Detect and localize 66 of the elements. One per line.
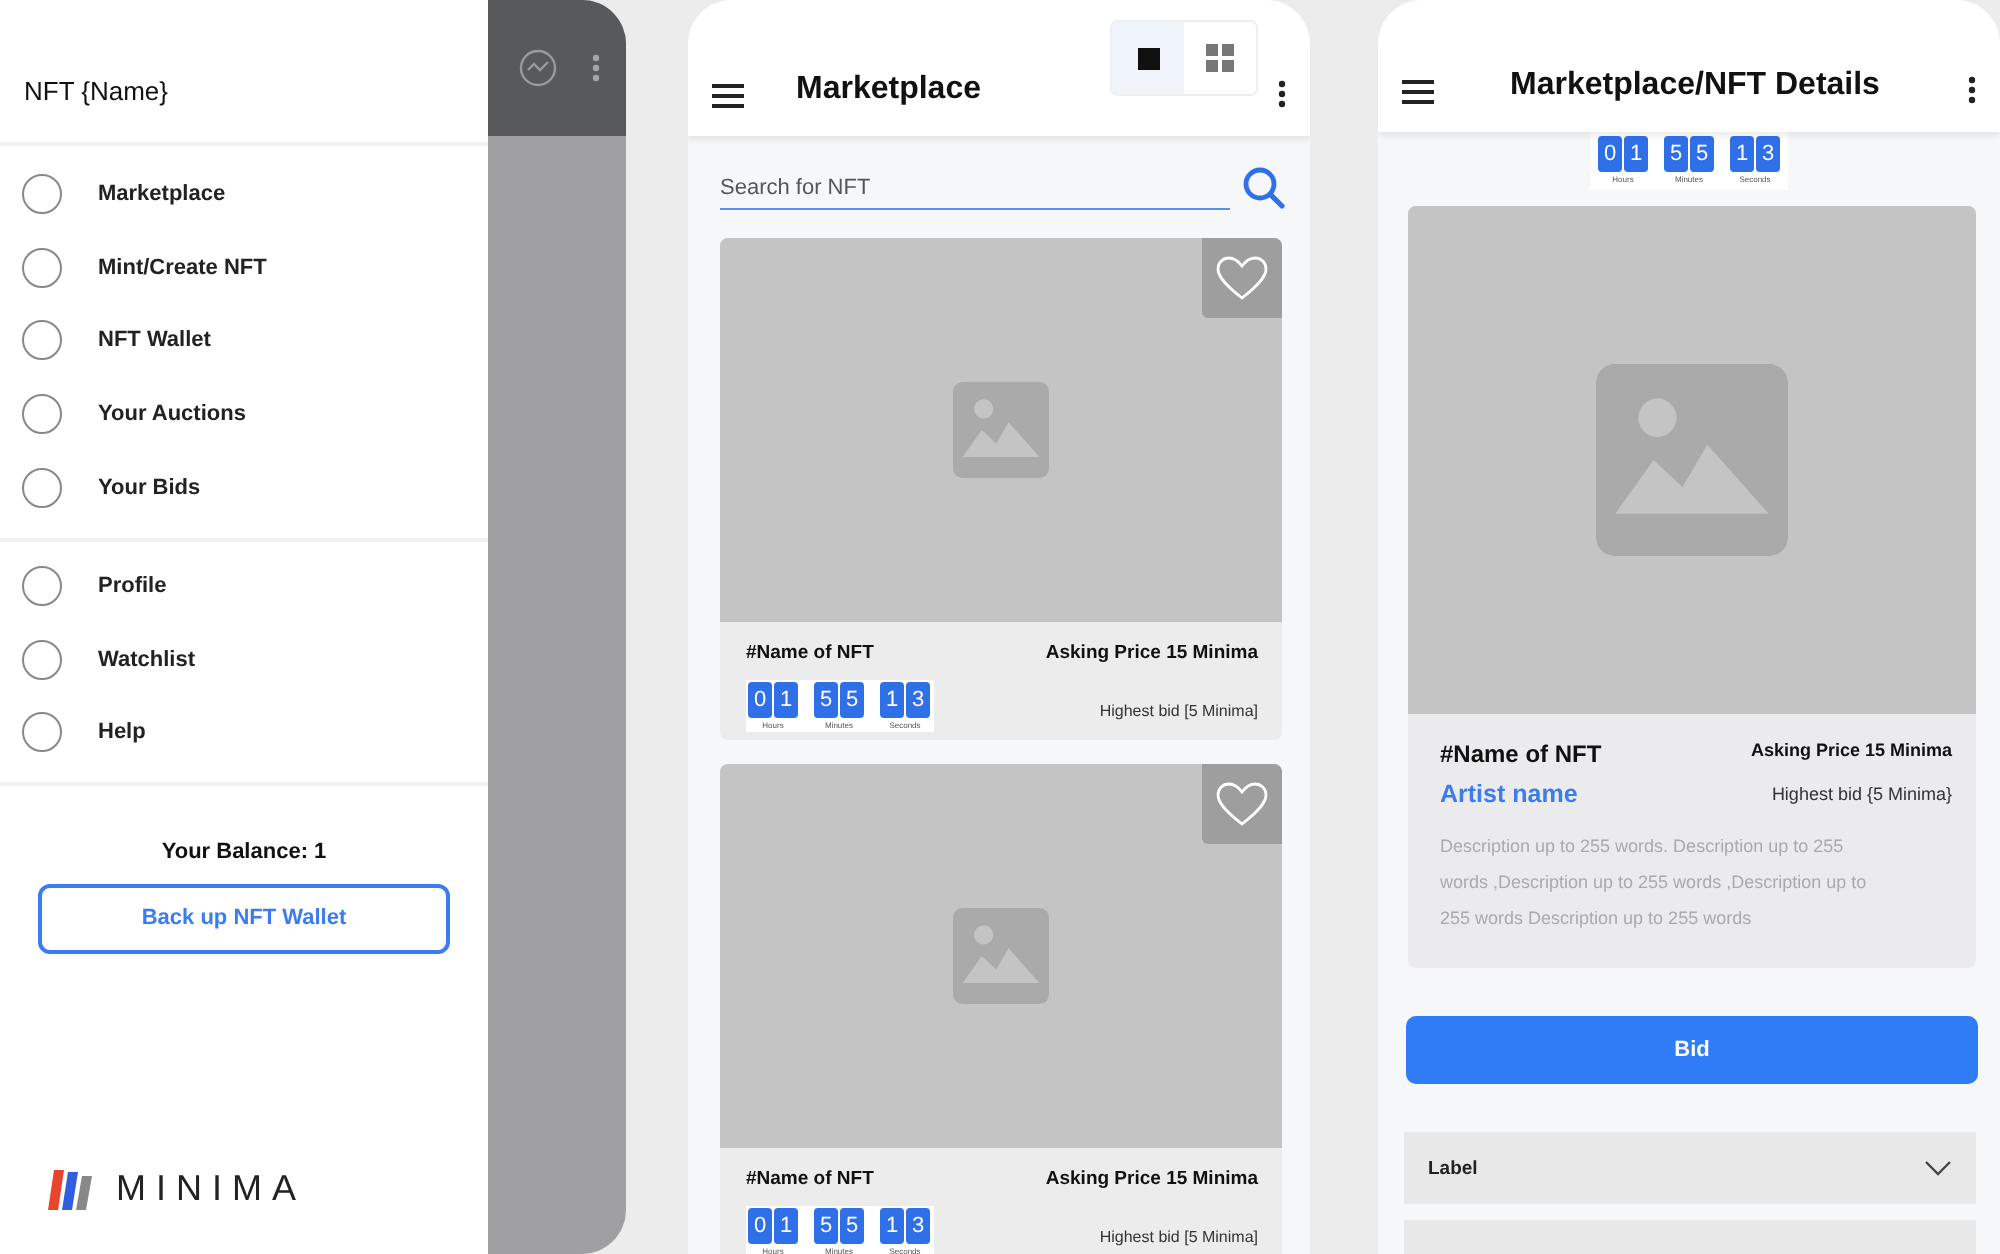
grid-view-icon	[1206, 44, 1234, 72]
menu-item-label[interactable]: Mint/Create NFT	[98, 255, 267, 280]
search-icon[interactable]	[1242, 166, 1286, 210]
radio-button[interactable]	[22, 712, 62, 753]
countdown-digit: 0	[748, 682, 772, 718]
screen-title: Marketplace	[796, 72, 983, 108]
backup-button[interactable]: Back up NFT Wallet	[38, 883, 450, 954]
balance-text: Your Balance: 1	[159, 839, 329, 864]
menu-icon[interactable]	[712, 84, 744, 108]
radio-button[interactable]	[22, 394, 62, 435]
countdown-digit: 1	[1730, 136, 1754, 172]
highest-bid: Highest bid {5 Minima}	[1769, 784, 1952, 804]
search-field[interactable]: Search for NFT	[720, 166, 1230, 210]
menu-item-label[interactable]: Watchlist	[98, 647, 195, 672]
activity-icon[interactable]	[517, 48, 558, 88]
highest-bid: Highest bid [5 Minima]	[1097, 701, 1258, 719]
countdown-digit: 5	[814, 1208, 838, 1244]
countdown-digit: 1	[774, 682, 798, 718]
countdown-digit: 1	[880, 1208, 904, 1244]
bid-button[interactable]: Bid	[1406, 1016, 1978, 1084]
nft-name: #Name of NFT	[746, 1168, 876, 1194]
description-text: Description up to 255 words. Description up to 255 words ,Description up to 255 words ,Description up to 255 words Description up to 255 words	[1440, 834, 1869, 932]
accordion-header[interactable]: Label	[1404, 1132, 1976, 1204]
menu-item-label[interactable]: Profile	[98, 574, 167, 599]
radio-button[interactable]	[22, 247, 62, 288]
menu-item-label[interactable]: Marketplace	[98, 182, 226, 207]
more-options-icon[interactable]	[1278, 80, 1286, 108]
countdown-digit: 1	[880, 682, 904, 718]
radio-button[interactable]	[22, 174, 62, 215]
countdown-digit: 3	[906, 682, 930, 718]
radio-button[interactable]	[22, 566, 62, 607]
asking-price: Asking Price 15 Minima	[1045, 642, 1258, 668]
drawer-title: NFT {Name}	[24, 76, 169, 106]
nft-name: #Name of NFT	[746, 642, 876, 668]
menu-item-label[interactable]: Help	[98, 720, 146, 745]
favorite-button[interactable]	[1202, 764, 1282, 844]
countdown-digit: 0	[1598, 136, 1622, 172]
countdown-digit: 3	[906, 1208, 930, 1244]
countdown-digit: 0	[748, 1208, 772, 1244]
countdown-digit: 5	[1690, 136, 1714, 172]
more-options-icon[interactable]	[1968, 76, 1976, 104]
screen-title: Marketplace/NFT Details	[1510, 68, 1882, 104]
favorite-button[interactable]	[1202, 238, 1282, 318]
countdown-digit: 3	[1756, 136, 1780, 172]
menu-item-label[interactable]: Your Bids	[98, 475, 201, 500]
highest-bid: Highest bid [5 Minima]	[1097, 1227, 1258, 1245]
menu-icon[interactable]	[1402, 80, 1434, 104]
menu-item-label[interactable]: Your Auctions	[98, 402, 246, 427]
countdown-digit: 5	[840, 1208, 864, 1244]
countdown-digit: 1	[1624, 136, 1648, 172]
countdown-digit: 5	[814, 682, 838, 718]
radio-button[interactable]	[22, 639, 62, 680]
radio-button[interactable]	[22, 320, 62, 361]
logo-icon	[48, 1169, 96, 1209]
asking-price: Asking Price 15 Minima	[1045, 1168, 1258, 1194]
logo-text: MINIMA	[116, 1168, 306, 1210]
chevron-icon	[1924, 1160, 1952, 1176]
asking-price: Asking Price 15 Minima	[1750, 740, 1952, 764]
countdown-digit: 1	[774, 1208, 798, 1244]
countdown-digit: 5	[1664, 136, 1688, 172]
view-toggle-button[interactable]	[1112, 22, 1184, 94]
single-view-icon	[1137, 47, 1159, 69]
radio-button[interactable]	[22, 467, 62, 508]
menu-item-label[interactable]: NFT Wallet	[98, 328, 211, 353]
nft-name: #Name of NFT	[1440, 740, 1604, 768]
countdown-digit: 5	[840, 682, 864, 718]
